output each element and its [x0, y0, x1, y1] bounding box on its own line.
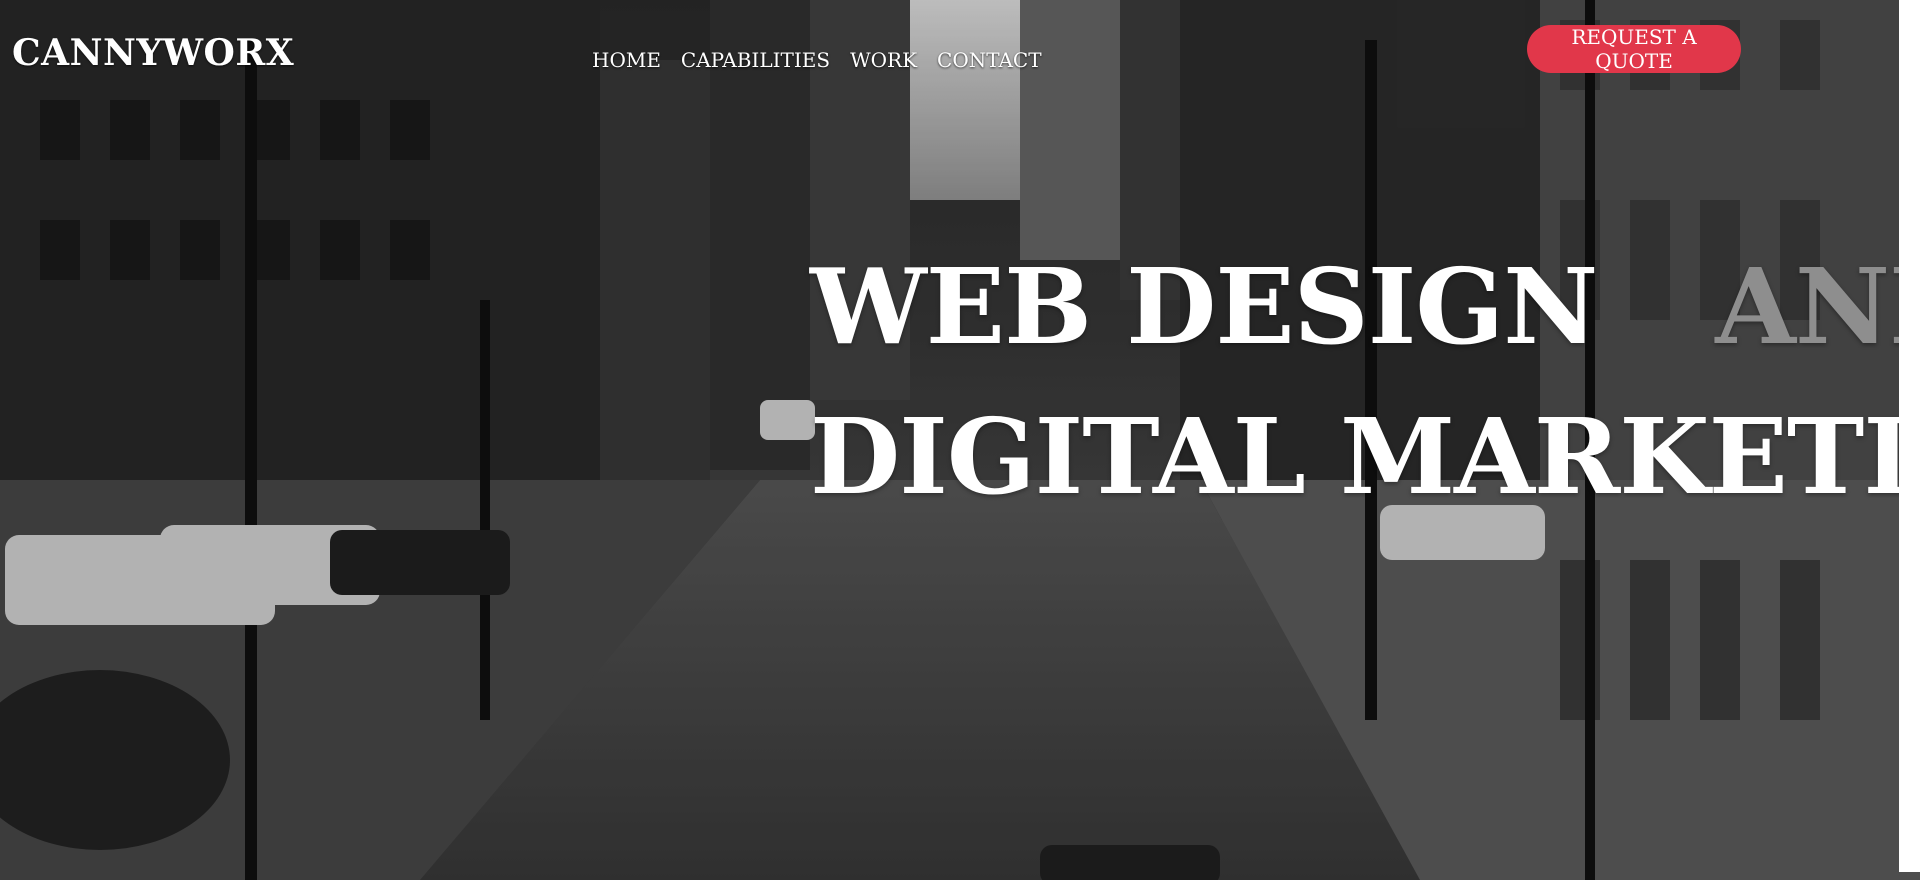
page-edge: [1899, 0, 1920, 872]
nav-link-work[interactable]: WORK: [850, 48, 917, 72]
request-quote-button[interactable]: REQUEST A QUOTE: [1527, 25, 1741, 73]
hero-headline-line-1: WEB DESIGN AND: [810, 232, 1920, 382]
nav-link-home[interactable]: HOME: [592, 48, 661, 72]
hero-headline-line-2: DIGITAL MARKETING: [810, 395, 1920, 518]
hero-headline-main: WEB DESIGN: [810, 245, 1598, 368]
hero-section: CANNYWORX HOME CAPABILITIES WORK CONTACT…: [0, 0, 1920, 880]
brand-logo[interactable]: CANNYWORX: [12, 32, 294, 74]
main-nav: HOME CAPABILITIES WORK CONTACT: [592, 48, 1062, 72]
hero-headline: WEB DESIGN AND DIGITAL MARKETING: [810, 232, 1920, 532]
hero-headline-dim-word: AND: [1715, 245, 1920, 368]
nav-link-contact[interactable]: CONTACT: [937, 48, 1042, 72]
nav-link-capabilities[interactable]: CAPABILITIES: [681, 48, 830, 72]
